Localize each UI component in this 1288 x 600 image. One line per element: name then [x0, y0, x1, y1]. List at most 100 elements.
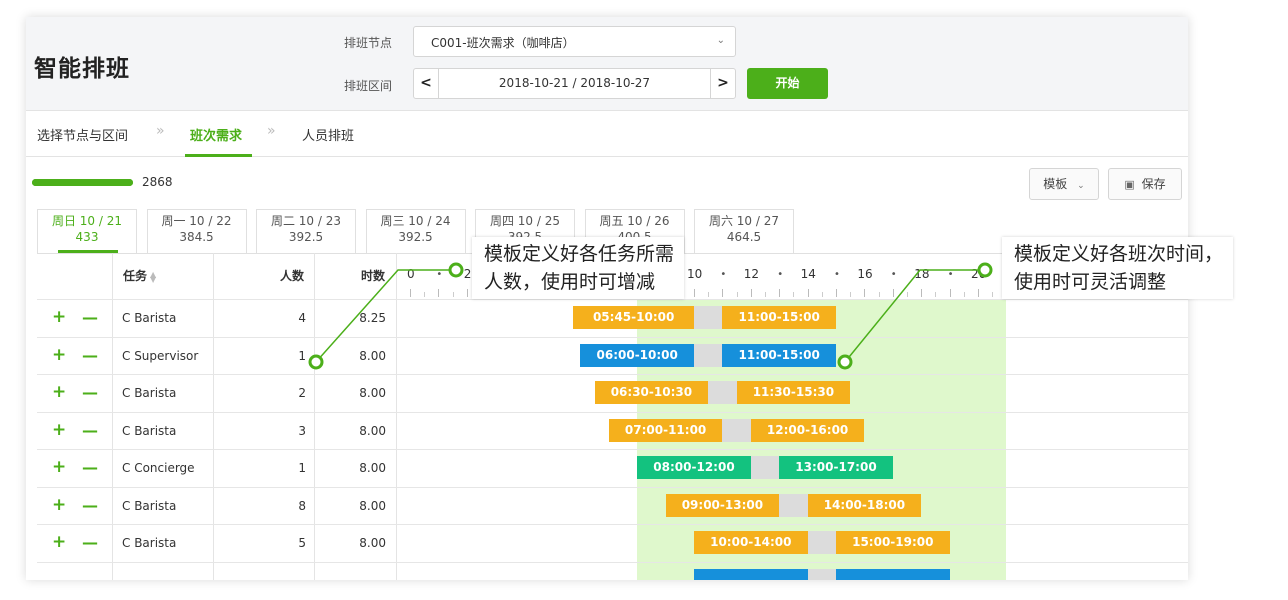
add-row-button[interactable]: + [52, 346, 66, 364]
row-divider [37, 524, 1188, 525]
shift-bar[interactable]: 14:00-18:00 [807, 493, 922, 517]
ruler-tick [410, 289, 411, 297]
shift-bar[interactable]: 05:45-10:00 [573, 306, 694, 329]
shift-bar[interactable] [694, 568, 808, 580]
ruler-dot: • [777, 269, 784, 280]
add-row-button[interactable]: + [52, 534, 66, 551]
people-count[interactable]: 1 [276, 349, 306, 363]
add-row-button[interactable]: + [52, 459, 66, 476]
next-week-button[interactable]: > [710, 69, 735, 98]
hours-value: 8.00 [359, 348, 386, 363]
ruler-tick [836, 289, 837, 297]
shift-bar[interactable]: 11:30-15:30 [736, 381, 851, 404]
step-staff-scheduling[interactable]: 人员排班 [302, 125, 354, 144]
task-name: C Barista [122, 311, 177, 325]
shift-bar[interactable] [836, 568, 950, 580]
break-gap [694, 343, 723, 367]
add-row-button[interactable]: + [52, 421, 66, 439]
add-row-button[interactable]: + [52, 384, 66, 401]
add-row-button[interactable]: + [52, 496, 66, 514]
step-select-node[interactable]: 选择节点与区间 [37, 125, 128, 144]
remove-row-button[interactable]: — [82, 497, 98, 514]
sort-icon[interactable]: ▲ ▼ [150, 270, 158, 283]
hours-value: 8.00 [359, 461, 386, 475]
day-tab-label: 周一 10 / 22 [161, 214, 232, 228]
shift-bar[interactable]: 07:00-11:00 [608, 418, 723, 442]
date-range-value[interactable]: 2018-10-21 / 2018-10-27 [440, 76, 709, 90]
day-tab-label: 周三 10 / 24 [380, 214, 451, 228]
template-dropdown-button[interactable]: 模板 ⌄ [1029, 168, 1099, 200]
task-name: C Barista [122, 536, 177, 550]
shift-bar[interactable]: 06:30-10:30 [594, 381, 709, 404]
column-header-task[interactable]: 任务 ▲ ▼ [123, 267, 158, 284]
floppy-disk-icon: ▣ [1124, 178, 1135, 191]
day-tab[interactable]: 周三 10 / 24 392.5 [365, 209, 466, 253]
ruler-tick [935, 292, 937, 297]
add-row-button[interactable]: + [52, 309, 66, 326]
shift-bar[interactable]: 08:00-12:00 [637, 456, 751, 479]
ruler-tick [807, 289, 809, 297]
active-step-underline [185, 154, 252, 157]
shift-bar[interactable]: 06:00-10:00 [580, 343, 694, 367]
shift-bar[interactable]: 09:00-13:00 [665, 493, 780, 517]
day-tab-value: 384.5 [179, 230, 214, 244]
ruler-tick [736, 292, 738, 297]
day-tab[interactable]: 周一 10 / 22 384.5 [146, 209, 247, 253]
ruler-tick [779, 289, 781, 297]
ruler-hour-label: 0 [407, 267, 415, 281]
column-header-people: 人数 [280, 269, 305, 283]
callout-shift-template: 模板定义好各班次时间， 使用时可灵活调整 [1002, 237, 1234, 299]
remove-row-button[interactable]: — [82, 422, 98, 439]
ruler-tick [921, 289, 923, 297]
people-count[interactable]: 5 [276, 536, 306, 550]
people-count[interactable]: 8 [276, 499, 306, 513]
remove-row-button[interactable]: — [82, 384, 98, 401]
node-select[interactable]: C001-班次需求（咖啡店） ⌄ [413, 26, 736, 57]
save-button[interactable]: ▣ 保存 [1108, 168, 1182, 200]
remove-row-button[interactable]: — [82, 347, 98, 364]
progress-value: 2868 [142, 175, 173, 189]
day-tab-value: 392.5 [398, 230, 433, 244]
prev-week-button[interactable]: < [414, 69, 439, 98]
day-tab-value: 433 [75, 230, 99, 244]
ruler-hour-label: 12 [743, 267, 760, 281]
shift-bar[interactable]: 15:00-19:00 [836, 531, 950, 554]
people-count[interactable]: 2 [276, 386, 306, 400]
shift-bar[interactable]: 10:00-14:00 [694, 531, 808, 554]
ruler-hour-label: 2 [463, 267, 472, 281]
people-count[interactable]: 1 [276, 461, 306, 475]
callout-people-template: 模板定义好各任务所需 人数，使用时可增减 [472, 237, 685, 299]
ruler-hour-label: 14 [800, 267, 816, 281]
task-name: C Barista [122, 386, 177, 400]
node-select-value: C001-班次需求（咖啡店） [431, 36, 575, 50]
ruler-tick [878, 292, 880, 297]
column-divider [396, 253, 397, 580]
step-shift-demand[interactable]: 班次需求 [190, 125, 242, 144]
ruler-tick [821, 292, 823, 297]
ruler-tick [452, 292, 454, 297]
callout-line: 模板定义好各任务所需 [484, 243, 675, 265]
ruler-tick [949, 289, 951, 297]
start-button[interactable]: 开始 [747, 68, 828, 99]
shift-bar[interactable]: 12:00-16:00 [750, 418, 865, 442]
header-divider [37, 299, 1188, 300]
ruler-dot: • [890, 269, 897, 280]
people-count[interactable]: 3 [276, 424, 306, 438]
hours-value: 8.00 [359, 386, 386, 400]
remove-row-button[interactable]: — [82, 309, 98, 326]
day-tab[interactable]: 周日 10 / 21 433 [37, 209, 137, 253]
people-count[interactable]: 4 [276, 311, 306, 325]
shift-bar[interactable]: 11:00-15:00 [722, 343, 836, 367]
range-label: 排班区间 [344, 79, 393, 93]
row-divider [37, 486, 1188, 488]
shift-bar[interactable]: 11:00-15:00 [722, 306, 836, 329]
day-tab[interactable]: 周六 10 / 27 464.5 [694, 209, 794, 253]
ruler-tick [750, 289, 752, 297]
progress-bar [32, 179, 133, 186]
day-tab-label: 周日 10 / 21 [51, 214, 123, 228]
remove-row-button[interactable]: — [82, 459, 98, 476]
shift-table [37, 253, 1188, 580]
day-tab[interactable]: 周二 10 / 23 392.5 [256, 209, 356, 253]
remove-row-button[interactable]: — [82, 534, 98, 551]
shift-bar[interactable]: 13:00-17:00 [779, 456, 893, 479]
